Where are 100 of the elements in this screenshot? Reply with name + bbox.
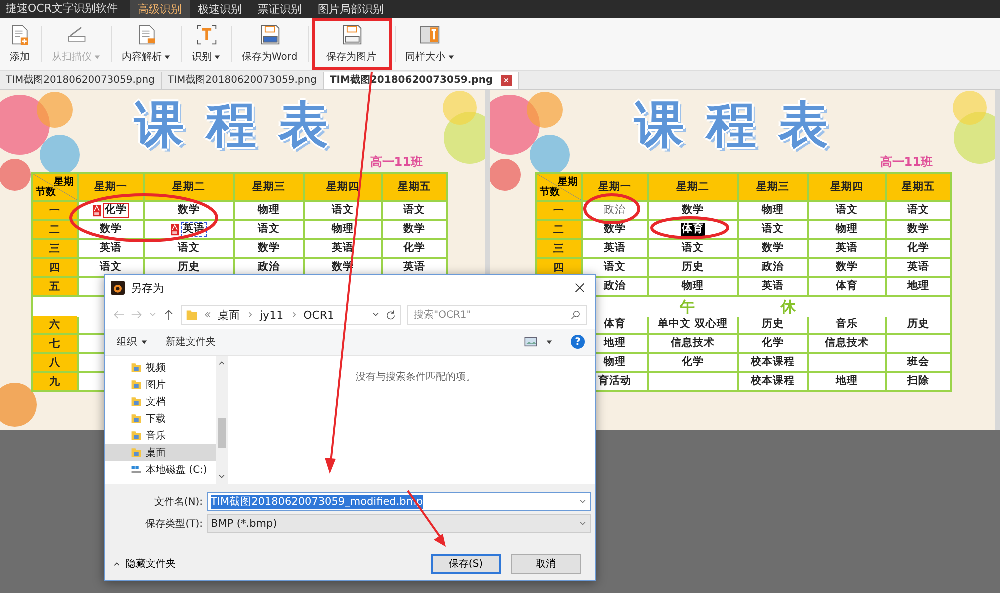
nav-item[interactable]: 本地磁盘 (C:)	[105, 461, 216, 478]
table-cell: 历史	[739, 316, 807, 333]
file-type-select[interactable]: BMP (*.bmp)	[207, 514, 591, 533]
timetable-title: 课程表	[134, 96, 350, 154]
file-type-label: 保存类型(T):	[144, 518, 204, 530]
table-cell: 数学	[383, 221, 446, 238]
toolbar-button[interactable]: 添加	[5, 22, 35, 66]
table-cell: 物理	[739, 202, 807, 219]
dialog-button[interactable]: 保存(S)	[431, 554, 501, 574]
filename-label: 文件名(N):	[153, 496, 204, 508]
timetable-title: 课程表	[634, 96, 850, 154]
day-header-cell: 星期四	[809, 174, 885, 200]
new-folder-button[interactable]: 新建文件夹	[166, 335, 216, 349]
table-cell: 信息技术	[809, 335, 885, 352]
table-cell: 信息技术	[649, 335, 737, 352]
nav-item[interactable]: 视频	[105, 359, 216, 376]
table-cell: 体育	[809, 278, 885, 295]
table-cell: 校本课程	[739, 354, 807, 371]
table-cell: 地理	[887, 278, 950, 295]
period-cell: 三	[33, 240, 77, 257]
app-title: 捷速OCR文字识别软件	[5, 1, 119, 17]
period-cell: 六	[33, 316, 77, 333]
table-cell: 校本课程	[739, 373, 807, 390]
table-cell: 数学	[145, 202, 233, 219]
nav-item[interactable]: 音乐	[105, 427, 216, 444]
day-header-cell: 星期三	[739, 174, 807, 200]
period-cell: 八	[33, 354, 77, 371]
table-cell: 数学	[79, 221, 143, 238]
day-header-cell: 星期三	[235, 174, 303, 200]
corner-label: 节数	[36, 186, 56, 199]
breadcrumb-item[interactable]: 桌面	[218, 308, 240, 322]
nav-item[interactable]: 下载	[105, 410, 216, 427]
table-cell: 化学	[79, 202, 143, 219]
nav-item[interactable]: 桌面	[105, 444, 216, 461]
dialog-title: 另存为	[131, 280, 165, 296]
address-bar[interactable]: 桌面 jy11 OCR1	[181, 305, 401, 325]
table-cell: 物理	[809, 221, 885, 238]
corner-label: 节数	[540, 186, 560, 199]
table-cell: 扫除	[887, 373, 950, 390]
period-cell: 九	[33, 373, 77, 390]
table-cell: 语文	[649, 240, 737, 257]
table-cell: 语文	[809, 202, 885, 219]
table-cell: 化学	[649, 354, 737, 371]
day-header-cell: 星期四	[305, 174, 381, 200]
table-cell: 单中文 双心理	[649, 316, 737, 333]
menu-tab[interactable]: 图片局部识别	[310, 0, 392, 18]
day-header-cell: 星期二	[649, 174, 737, 200]
file-tab[interactable]: TIM截图20180620073059.png	[0, 72, 162, 89]
table-cell: 语文	[383, 202, 446, 219]
breadcrumb-item[interactable]: jy11	[260, 308, 284, 322]
table-cell: 数学	[739, 240, 807, 257]
day-header-cell: 星期一	[79, 174, 143, 200]
toolbar-button[interactable]: 保存为Word	[238, 22, 302, 66]
table-cell: 语文	[235, 221, 303, 238]
nav-item[interactable]: 图片	[105, 376, 216, 393]
organize-button[interactable]: 组织	[117, 335, 148, 349]
toolbar-button[interactable]: 同样大小	[402, 22, 459, 66]
search-field[interactable]: 搜索"OCR1"	[407, 305, 587, 325]
table-cell: 政治	[739, 259, 807, 276]
table-cell: 班会	[887, 354, 950, 371]
period-cell: 一	[33, 202, 77, 219]
nav-item[interactable]: 文档	[105, 393, 216, 410]
table-cell: 英语	[809, 240, 885, 257]
table-cell: 英语	[739, 278, 807, 295]
dialog-button[interactable]: 取消	[511, 554, 581, 574]
table-cell: 地理	[809, 373, 885, 390]
break-label: 午	[680, 298, 695, 316]
menu-tab[interactable]: 票证识别	[250, 0, 310, 18]
hide-folders-button[interactable]: 隐藏文件夹	[113, 557, 176, 571]
table-cell: 化学	[887, 240, 950, 257]
day-header-cell: 星期二	[145, 174, 233, 200]
menu-tab[interactable]: 极速识别	[190, 0, 250, 18]
day-header-cell: 星期五	[383, 174, 446, 200]
period-cell: 一	[537, 202, 581, 219]
breadcrumb-item[interactable]: OCR1	[304, 308, 335, 322]
table-cell: 物理	[305, 221, 381, 238]
empty-message: 没有与搜索条件匹配的项。	[356, 370, 476, 384]
table-cell: 数学	[235, 240, 303, 257]
period-cell: 七	[33, 335, 77, 352]
table-cell: 英语	[887, 259, 950, 276]
table-cell: 语文	[887, 202, 950, 219]
corner-label: 星期	[54, 176, 74, 188]
table-cell: 英语	[583, 240, 647, 257]
help-button[interactable]: ?	[571, 335, 585, 349]
day-header-cell: 星期一	[583, 174, 647, 200]
table-cell: 语文	[583, 259, 647, 276]
table-cell: 数学	[649, 202, 737, 219]
toolbar-button[interactable]: 内容解析	[118, 22, 175, 66]
toolbar-button[interactable]: 识别	[188, 22, 225, 66]
menu-tab[interactable]: 高级识别	[130, 0, 190, 18]
period-cell: 二	[33, 221, 77, 238]
period-cell: 三	[537, 240, 581, 257]
table-cell: 语文	[739, 221, 807, 238]
period-cell: 二	[537, 221, 581, 238]
table-cell: 历史	[649, 259, 737, 276]
table-cell: 数学	[887, 221, 950, 238]
table-cell: 化学	[383, 240, 446, 257]
table-cell: 数学	[809, 259, 885, 276]
table-cell: 音乐	[809, 316, 885, 333]
table-cell: 英语	[79, 240, 143, 257]
